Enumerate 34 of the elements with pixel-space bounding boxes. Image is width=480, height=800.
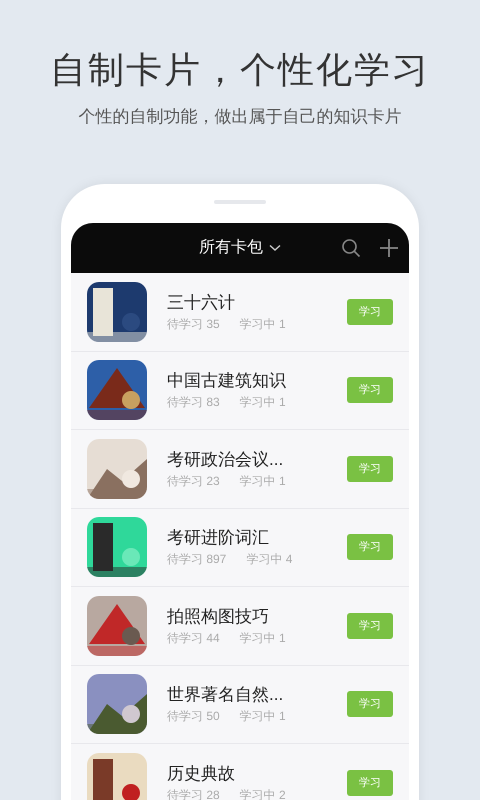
deck-title: 三十六计 <box>167 292 236 314</box>
deck-title: 历史典故 <box>167 762 236 785</box>
deck-title: 考研进阶词汇 <box>167 527 270 550</box>
headline: 自制卡片，个性化学习 <box>50 48 430 92</box>
deck-selector[interactable]: 所有卡包 <box>199 236 281 260</box>
deck-row[interactable]: 拍照构图技巧 待学习 44 学习中 1 学习 <box>71 587 409 666</box>
deck-title: 中国古建筑知识 <box>167 370 287 392</box>
deck-row[interactable]: 历史典故 待学习 28 学习中 2 学习 <box>71 744 409 800</box>
deck-row[interactable]: 三十六计 待学习 35 学习中 1 学习 <box>71 273 409 352</box>
learning-count: 学习中 1 <box>240 394 286 410</box>
pending-count: 待学习 897 <box>167 551 226 568</box>
chevron-down-icon <box>269 244 281 252</box>
learning-count: 学习中 1 <box>240 708 286 724</box>
learning-count: 学习中 1 <box>240 316 286 332</box>
subheadline: 个性的自制功能，做出属于自己的知识卡片 <box>78 106 402 128</box>
pending-count: 待学习 83 <box>167 394 220 410</box>
pending-count: 待学习 44 <box>167 630 220 646</box>
learning-count: 学习中 1 <box>240 472 286 489</box>
deck-title: 考研政治会议... <box>167 448 284 471</box>
deck-row[interactable]: 考研进阶词汇 待学习 897 学习中 4 学习 <box>71 508 409 587</box>
search-icon[interactable] <box>341 238 361 258</box>
pending-count: 待学习 35 <box>167 316 220 332</box>
deck-row[interactable]: 考研政治会议... 待学习 23 学习中 1 学习 <box>71 430 409 508</box>
pending-count: 待学习 23 <box>167 472 220 489</box>
deck-row[interactable]: 中国古建筑知识 待学习 83 学习中 1 学习 <box>71 352 409 430</box>
add-icon[interactable] <box>379 238 399 258</box>
pending-count: 待学习 50 <box>167 708 220 724</box>
pending-count: 待学习 28 <box>167 786 220 800</box>
learning-count: 学习中 1 <box>240 630 286 646</box>
learning-count: 学习中 2 <box>240 786 286 800</box>
deck-title: 拍照构图技巧 <box>167 606 270 628</box>
deck-title: 世界著名自然... <box>167 684 284 706</box>
deck-row[interactable]: 世界著名自然... 待学习 50 学习中 1 学习 <box>71 666 409 744</box>
learning-count: 学习中 4 <box>246 551 292 568</box>
